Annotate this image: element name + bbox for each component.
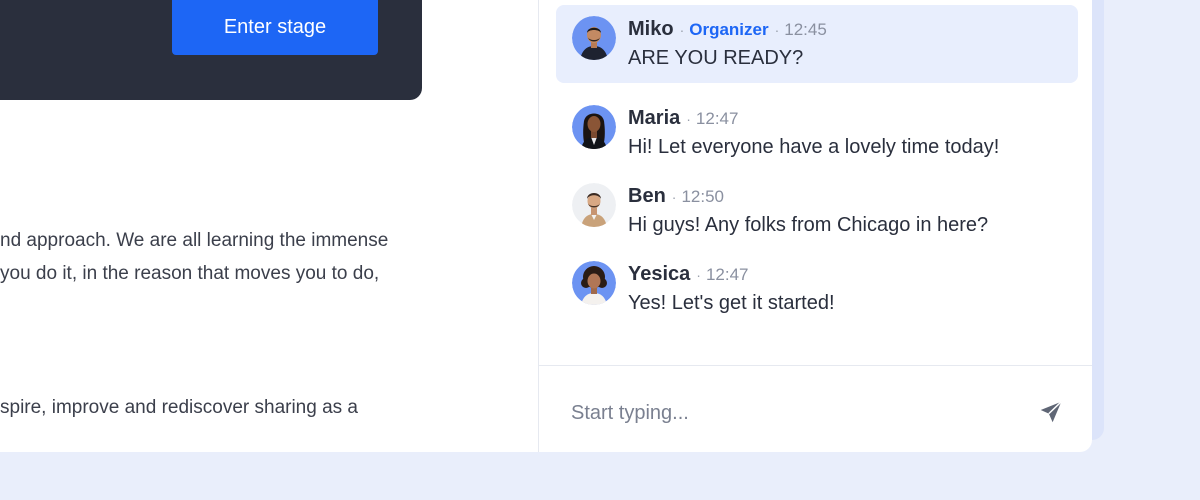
event-card: Enter stage nd approach. We are all lear… bbox=[0, 0, 1092, 452]
separator-dot: · bbox=[774, 22, 780, 38]
send-button[interactable] bbox=[1036, 398, 1066, 428]
chat-message: Miko · Organizer · 12:45 ARE YOU READY? bbox=[556, 5, 1078, 83]
enter-stage-button[interactable]: Enter stage bbox=[172, 0, 378, 55]
chat-input[interactable] bbox=[571, 393, 1011, 433]
separator-dot: · bbox=[671, 189, 677, 205]
message-time: 12:47 bbox=[695, 109, 739, 128]
message-header: Ben · 12:50 bbox=[628, 185, 724, 208]
description-line: you do it, in the reason that moves you … bbox=[0, 263, 380, 284]
message-text: Hi guys! Any folks from Chicago in here? bbox=[628, 214, 989, 236]
input-divider bbox=[539, 365, 1092, 366]
event-description: Enter stage nd approach. We are all lear… bbox=[0, 0, 538, 452]
author-name[interactable]: Yesica bbox=[628, 263, 690, 286]
message-time: 12:50 bbox=[681, 187, 725, 206]
avatar[interactable] bbox=[572, 261, 616, 305]
author-name[interactable]: Miko bbox=[628, 18, 674, 41]
avatar[interactable] bbox=[572, 105, 616, 149]
avatar[interactable] bbox=[572, 183, 616, 227]
message-time: 12:45 bbox=[784, 20, 827, 39]
description-line: nd approach. We are all learning the imm… bbox=[0, 230, 389, 251]
chat-message: Ben · 12:50 Hi guys! Any folks from Chic… bbox=[556, 172, 1078, 250]
send-icon bbox=[1038, 399, 1064, 428]
separator-dot: · bbox=[686, 111, 691, 127]
avatar[interactable] bbox=[572, 16, 616, 60]
message-header: Miko · Organizer · 12:45 bbox=[628, 18, 827, 41]
message-time: 12:47 bbox=[705, 265, 749, 284]
description-line: spire, improve and rediscover sharing as… bbox=[0, 397, 359, 418]
chat-panel: Miko · Organizer · 12:45 ARE YOU READY? bbox=[539, 0, 1092, 452]
message-header: Maria · 12:47 bbox=[628, 107, 738, 130]
chat-message: Maria · 12:47 Hi! Let everyone have a lo… bbox=[556, 94, 1078, 172]
stage-banner: Enter stage bbox=[0, 0, 422, 100]
message-text: Hi! Let everyone have a lovely time toda… bbox=[628, 136, 1000, 158]
role-badge: Organizer bbox=[689, 20, 769, 39]
message-text: Yes! Let's get it started! bbox=[628, 292, 835, 314]
separator-dot: · bbox=[679, 22, 685, 38]
message-text: ARE YOU READY? bbox=[628, 47, 804, 69]
author-name[interactable]: Ben bbox=[628, 185, 666, 208]
chat-message: Yesica · 12:47 Yes! Let's get it started… bbox=[556, 250, 1078, 328]
message-header: Yesica · 12:47 bbox=[628, 263, 749, 286]
author-name[interactable]: Maria bbox=[628, 107, 680, 130]
separator-dot: · bbox=[696, 267, 701, 283]
